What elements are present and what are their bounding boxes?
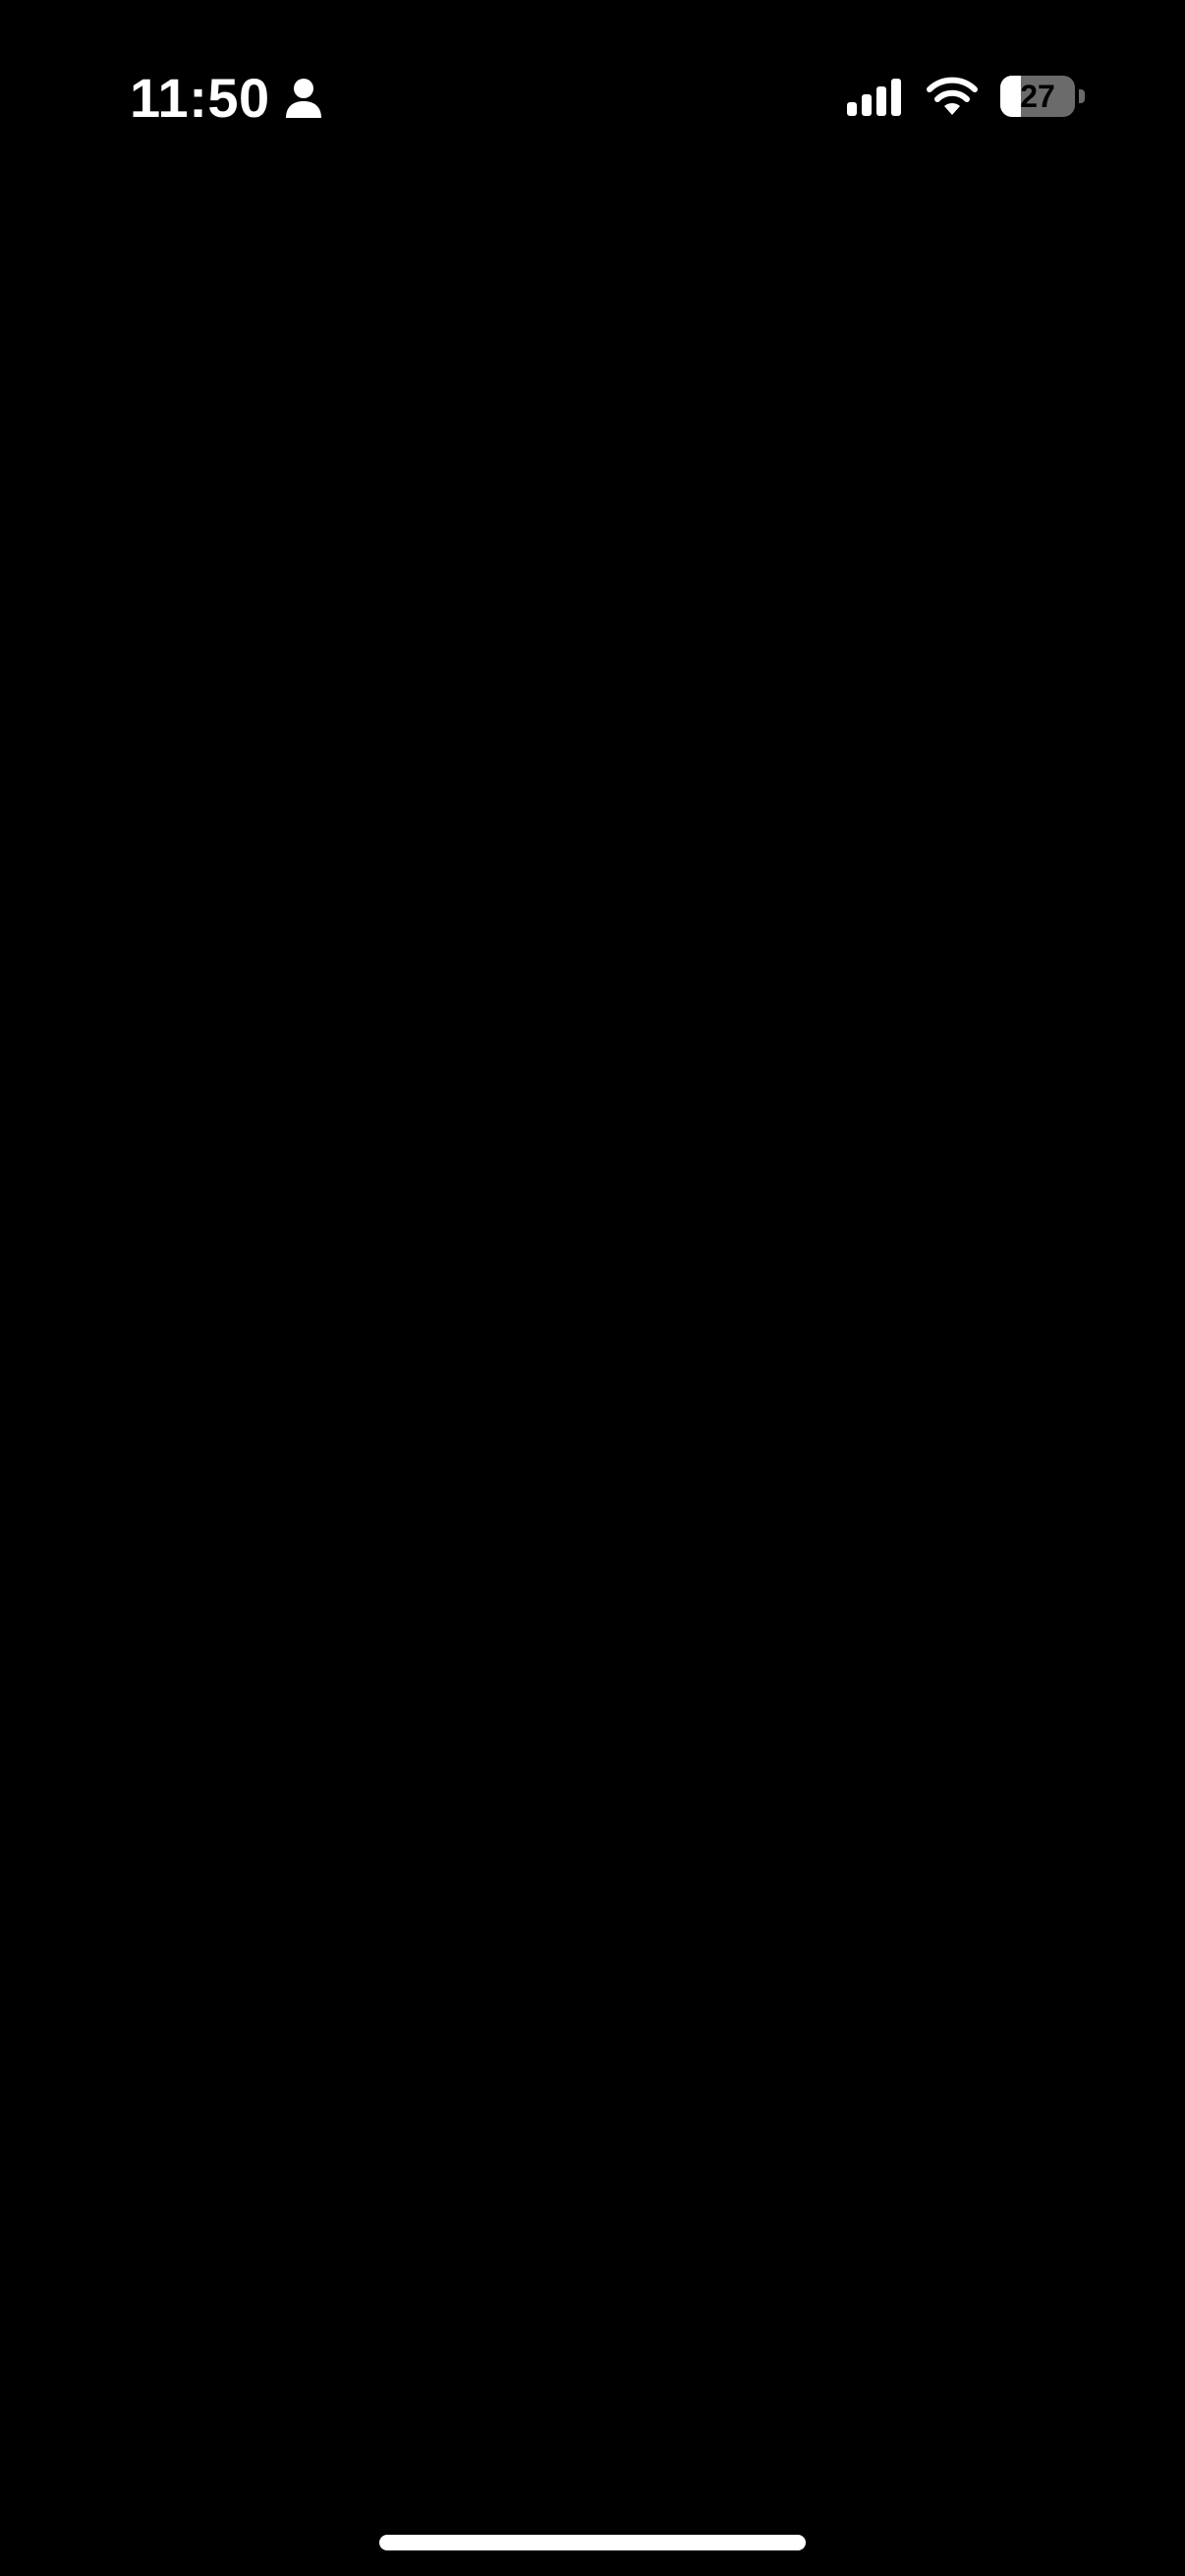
status-time: 11:50: [130, 67, 270, 129]
wifi-icon: [926, 76, 979, 117]
status-bar-left: 11:50: [130, 61, 323, 136]
battery-body: 27: [1000, 76, 1075, 117]
status-bar-right: 27: [845, 69, 1085, 124]
cellular-signal-icon: [845, 77, 904, 116]
status-bar: 11:50 27: [0, 0, 1185, 196]
battery-icon: 27: [1000, 76, 1085, 117]
phone-screen: 11:50 27: [0, 0, 1185, 2576]
home-indicator[interactable]: [379, 2535, 806, 2550]
battery-percentage: 27: [1020, 79, 1055, 114]
person-icon: [284, 77, 323, 120]
battery-cap: [1079, 89, 1085, 103]
blank-content-area: [0, 196, 1185, 2486]
